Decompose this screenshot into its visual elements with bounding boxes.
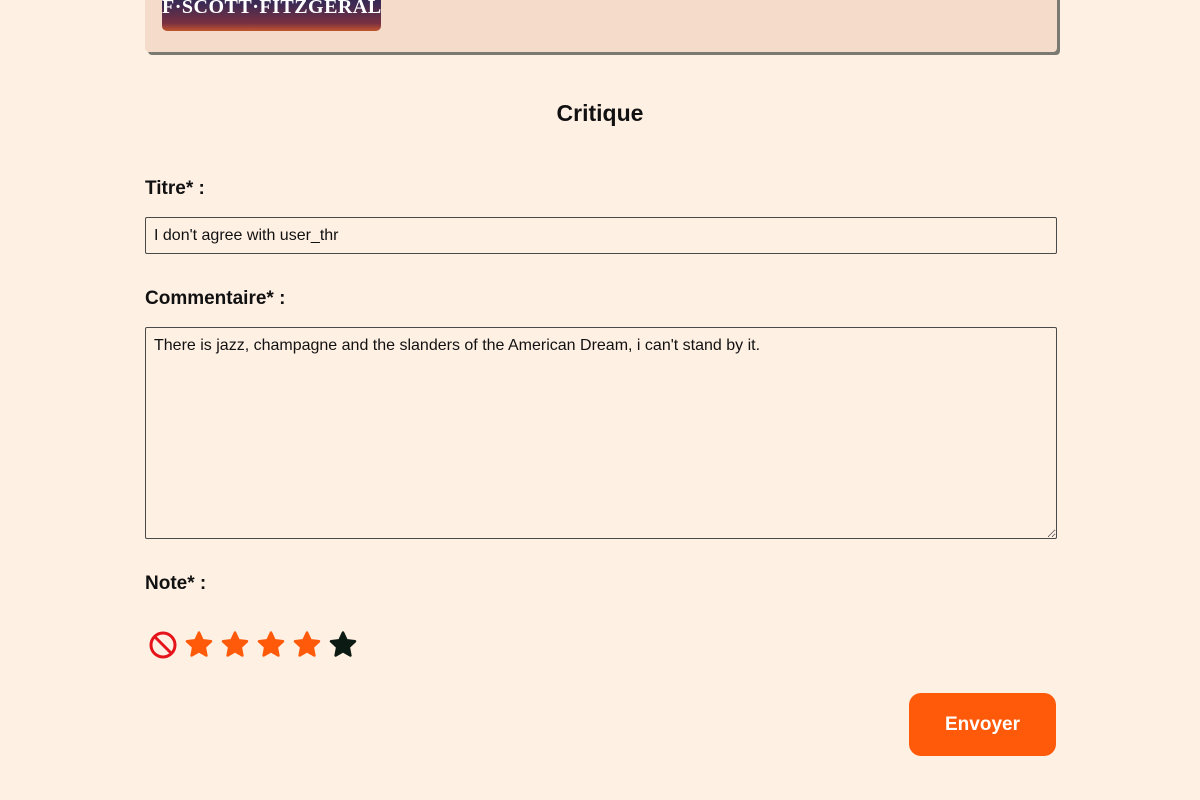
- star-icon: [293, 631, 321, 657]
- star-icon: [185, 631, 213, 657]
- title-input[interactable]: [145, 217, 1057, 254]
- book-cover-image[interactable]: F·SCOTT·FITZGERALD: [162, 0, 381, 31]
- rating-stars: [145, 627, 361, 663]
- star-icon: [257, 631, 285, 657]
- star-icon: [221, 631, 249, 657]
- rating-label: Note* :: [145, 573, 207, 594]
- star-icon: [329, 631, 357, 657]
- rating-star-3[interactable]: [253, 627, 289, 663]
- rating-star-2[interactable]: [217, 627, 253, 663]
- book-cover-author: F·SCOTT·FITZGERALD: [162, 0, 381, 18]
- rating-star-4[interactable]: [289, 627, 325, 663]
- comment-label: Commentaire* :: [145, 288, 286, 309]
- rating-star-5[interactable]: [325, 627, 361, 663]
- no-rating-icon: [149, 631, 177, 659]
- book-card: F·SCOTT·FITZGERALD: [145, 0, 1057, 52]
- review-heading: Critique: [556, 100, 644, 126]
- comment-textarea[interactable]: There is jazz, champagne and the slander…: [145, 327, 1057, 539]
- title-label: Titre* :: [145, 178, 205, 199]
- submit-button[interactable]: Envoyer: [909, 693, 1056, 756]
- rating-clear-button[interactable]: [145, 627, 181, 663]
- rating-star-1[interactable]: [181, 627, 217, 663]
